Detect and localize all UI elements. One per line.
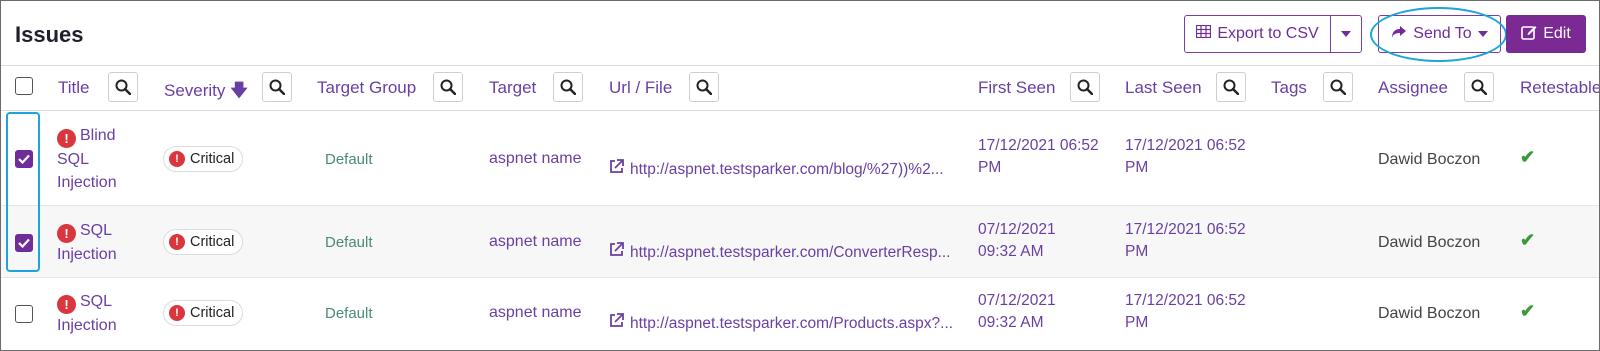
issue-title-cell[interactable]: ! SQL Injection	[57, 219, 127, 266]
target-link[interactable]: aspnet name	[489, 147, 582, 170]
url-text: http://aspnet.testsparker.com/blog/%27))…	[630, 161, 944, 178]
severity-badge: ! Critical	[163, 300, 244, 326]
external-link-icon	[609, 241, 624, 264]
chevron-down-icon	[1477, 31, 1488, 37]
export-csv-button[interactable]: Export to CSV	[1184, 15, 1330, 53]
exclamation-circle-icon: !	[57, 295, 76, 314]
first-seen-cell: 17/12/2021 06:52 PM	[978, 137, 1099, 176]
search-icon[interactable]	[1464, 72, 1494, 102]
severity-label: Critical	[190, 234, 235, 250]
edit-label: Edit	[1543, 25, 1571, 42]
exclamation-circle-icon: !	[169, 151, 185, 167]
page-title: Issues	[15, 22, 84, 47]
edit-button[interactable]: Edit	[1506, 15, 1586, 53]
column-target[interactable]: Target	[489, 78, 536, 98]
check-icon: ✔	[1520, 230, 1536, 250]
exclamation-circle-icon: !	[57, 224, 76, 243]
target-link[interactable]: aspnet name	[489, 230, 582, 253]
column-tags[interactable]: Tags	[1271, 78, 1307, 98]
search-icon[interactable]	[108, 72, 138, 102]
table-header: Title Severity 🡇 Target Group Target Url …	[1, 65, 1599, 111]
issues-panel: Issues Export to CSV Send To Edit Title …	[0, 0, 1600, 351]
url-link[interactable]: http://aspnet.testsparker.com/Products.a…	[609, 312, 953, 335]
target-group-cell: Default	[325, 234, 373, 251]
column-first-seen[interactable]: First Seen	[978, 78, 1055, 98]
arrow-down-icon: 🡇	[230, 81, 248, 100]
severity-label: Critical	[190, 151, 235, 167]
severity-badge: ! Critical	[163, 146, 244, 172]
external-link-icon	[609, 312, 624, 335]
first-seen-cell: 07/12/2021 09:32 AM	[978, 221, 1056, 260]
exclamation-circle-icon: !	[169, 305, 185, 321]
column-title[interactable]: Title	[58, 78, 90, 98]
column-severity[interactable]: Severity 🡇	[164, 78, 248, 107]
issue-title-cell[interactable]: ! Blind SQL Injection	[57, 124, 127, 194]
exclamation-circle-icon: !	[57, 129, 76, 148]
last-seen-cell: 17/12/2021 06:52 PM	[1125, 137, 1246, 176]
search-icon[interactable]	[433, 72, 463, 102]
row-checkbox[interactable]	[15, 234, 33, 252]
last-seen-cell: 17/12/2021 06:52 PM	[1125, 221, 1246, 260]
assignee-cell: Dawid Boczon	[1378, 151, 1481, 168]
search-icon[interactable]	[1323, 72, 1353, 102]
send-to-button[interactable]: Send To	[1378, 15, 1501, 53]
column-url[interactable]: Url / File	[609, 78, 672, 98]
column-severity-label: Severity	[164, 81, 226, 100]
target-group-cell: Default	[325, 305, 373, 322]
table-row[interactable]: ! Blind SQL Injection ! Critical Default a…	[1, 112, 1599, 206]
external-link-icon	[609, 158, 624, 181]
send-to-label: Send To	[1413, 25, 1472, 42]
select-all-checkbox[interactable]	[15, 77, 33, 95]
search-icon[interactable]	[1216, 72, 1246, 102]
table-row[interactable]: ! SQL Injection ! Critical Default aspnet …	[1, 206, 1599, 278]
url-link[interactable]: http://aspnet.testsparker.com/blog/%27))…	[609, 158, 944, 181]
table-icon	[1196, 24, 1212, 43]
chevron-down-icon	[1341, 31, 1351, 37]
issue-title-cell[interactable]: ! SQL Injection	[57, 290, 127, 337]
export-label: Export to CSV	[1217, 25, 1319, 42]
check-icon: ✔	[1520, 301, 1536, 321]
url-text: http://aspnet.testsparker.com/Products.a…	[630, 315, 954, 332]
severity-label: Critical	[190, 305, 235, 321]
column-retestable[interactable]: Retestable	[1520, 78, 1599, 98]
search-icon[interactable]	[553, 72, 583, 102]
target-link[interactable]: aspnet name	[489, 301, 582, 324]
search-icon[interactable]	[262, 72, 292, 102]
url-link[interactable]: http://aspnet.testsparker.com/ConverterR…	[609, 241, 950, 264]
last-seen-cell: 17/12/2021 06:52 PM	[1125, 292, 1246, 331]
assignee-cell: Dawid Boczon	[1378, 234, 1481, 251]
assignee-cell: Dawid Boczon	[1378, 305, 1481, 322]
export-dropdown-button[interactable]	[1330, 15, 1362, 53]
search-icon[interactable]	[689, 72, 719, 102]
table-row[interactable]: ! SQL Injection ! Critical Default aspnet …	[1, 278, 1599, 350]
edit-icon	[1521, 24, 1537, 45]
row-checkbox[interactable]	[15, 150, 33, 168]
first-seen-cell: 07/12/2021 09:32 AM	[978, 292, 1056, 331]
column-assignee[interactable]: Assignee	[1378, 78, 1448, 98]
severity-badge: ! Critical	[163, 229, 244, 255]
column-target-group[interactable]: Target Group	[317, 78, 416, 98]
search-icon[interactable]	[1070, 72, 1100, 102]
target-group-cell: Default	[325, 151, 373, 168]
share-arrow-icon	[1391, 25, 1407, 44]
column-last-seen[interactable]: Last Seen	[1125, 78, 1202, 98]
check-icon: ✔	[1520, 147, 1536, 167]
exclamation-circle-icon: !	[169, 234, 185, 250]
row-checkbox[interactable]	[15, 305, 33, 323]
url-text: http://aspnet.testsparker.com/ConverterR…	[630, 244, 951, 261]
